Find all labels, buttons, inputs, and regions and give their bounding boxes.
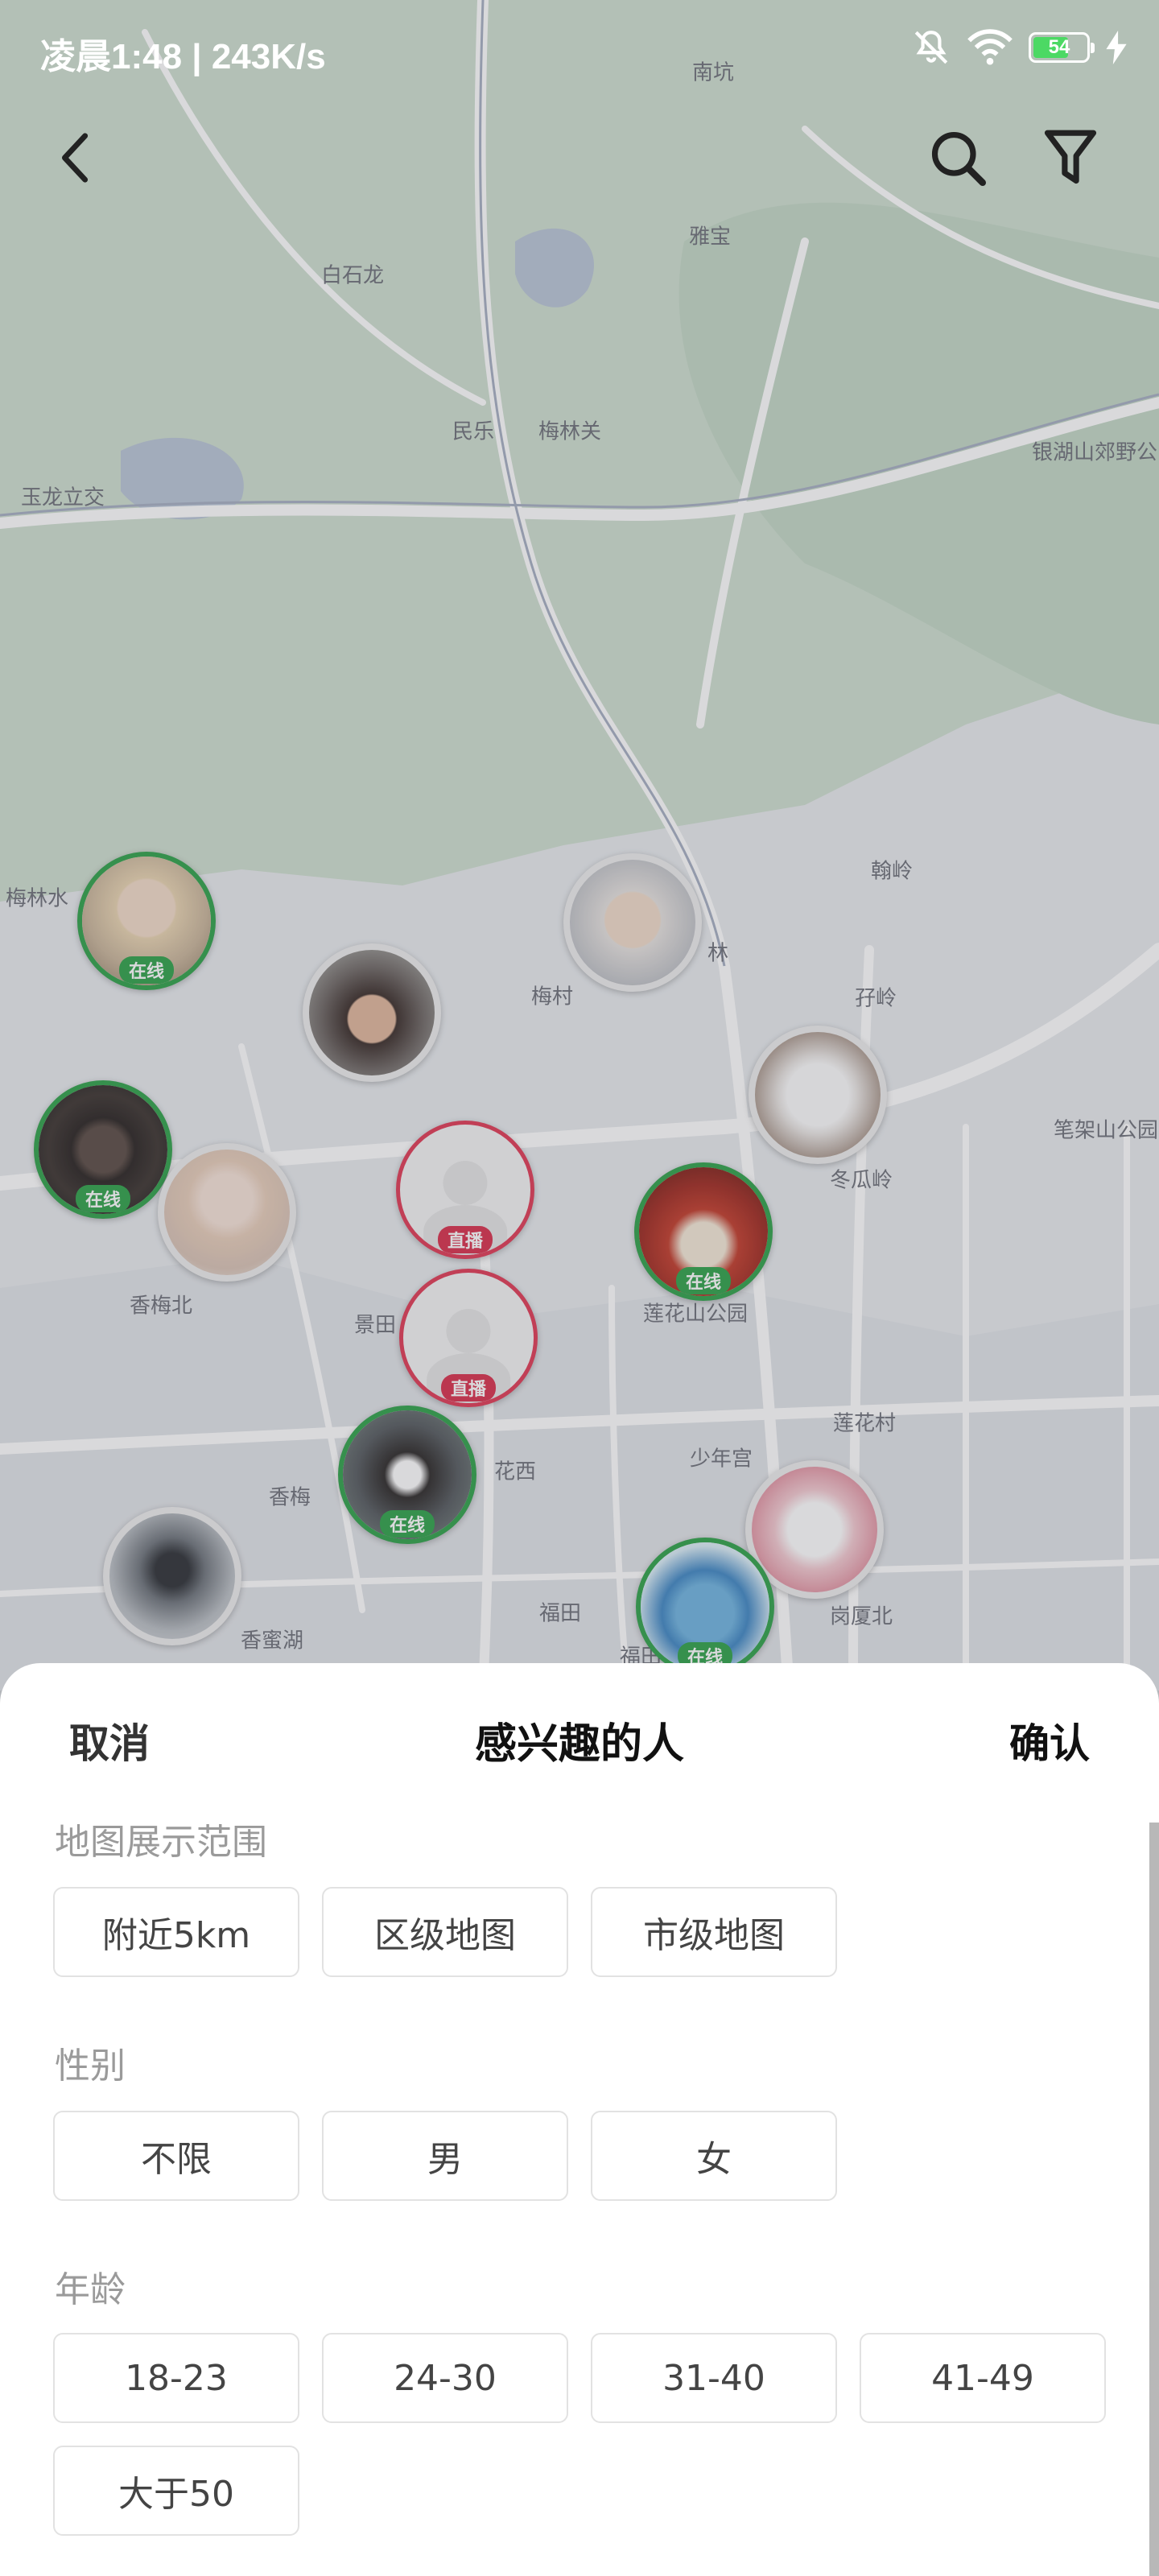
search-button[interactable] [918,118,998,198]
map-background [0,0,1159,1690]
user-marker[interactable]: 在线 [636,1538,774,1676]
user-avatar [752,1467,877,1592]
option-gender-male[interactable]: 男 [322,2111,568,2201]
map-label: 莲花山公园 [642,1302,749,1327]
map-label: 梅村 [530,985,574,1009]
map-label: 林 [707,941,729,966]
map-label: 少年宫 [689,1447,753,1472]
user-avatar [164,1150,290,1275]
option-age-over-50[interactable]: 大于50 [53,2446,299,2536]
map-view[interactable]: 南坑 雅宝 白石龙 民乐 梅林关 银湖山郊野公 玉龙立交 梅林水 翰岭 梅村 林… [0,0,1159,1690]
option-age-18-23[interactable]: 18-23 [53,2333,299,2423]
live-badge: 直播 [437,1226,493,1253]
user-marker[interactable]: 在线 [634,1162,773,1301]
option-district-map[interactable]: 区级地图 [322,1887,568,1977]
battery-icon: 54 [1029,32,1095,63]
map-label: 雅宝 [688,225,732,250]
user-avatar [309,950,435,1075]
user-marker[interactable] [303,943,441,1082]
option-age-24-30[interactable]: 24-30 [322,2333,568,2423]
search-icon [931,131,987,187]
map-label: 香梅 [268,1485,311,1510]
sheet-header: 取消 感兴趣的人 确认 [0,1663,1159,1769]
map-label: 莲花村 [832,1411,897,1436]
user-avatar [109,1513,235,1639]
map-label: 翰岭 [870,859,914,884]
gender-label: 性别 [55,2046,126,2087]
user-marker[interactable]: 在线 [34,1080,172,1219]
option-age-31-40[interactable]: 31-40 [591,2333,837,2423]
status-time: 凌晨1:48 | 243K/s [40,37,326,76]
filter-icon [1044,130,1097,184]
map-label: 民乐 [452,419,495,444]
option-age-41-49[interactable]: 41-49 [860,2333,1106,2423]
mute-bell-icon [914,31,948,64]
option-gender-female[interactable]: 女 [591,2111,837,2201]
status-bar: 凌晨1:48 | 243K/s 54 [0,0,1159,105]
default-avatar-icon [446,1309,491,1354]
status-badge: 在线 [675,1267,732,1294]
back-arrow-icon [61,133,89,183]
user-marker[interactable]: 直播 [399,1269,538,1407]
map-range-label: 地图展示范围 [55,1822,267,1863]
option-gender-any[interactable]: 不限 [53,2111,299,2201]
map-label: 玉龙立交 [20,485,105,510]
back-button[interactable] [35,118,116,198]
user-marker[interactable] [749,1026,887,1164]
user-marker[interactable]: 直播 [396,1121,534,1259]
user-avatar [755,1032,881,1158]
user-marker[interactable] [563,853,702,992]
map-label: 景田 [353,1313,397,1338]
map-label: 冬瓜岭 [829,1168,893,1193]
status-icons: 54 [911,27,1127,68]
status-badge: 在线 [118,956,175,984]
map-label: 香梅北 [129,1294,193,1319]
default-avatar-icon [443,1161,488,1206]
map-label: 梅林水 [5,886,69,911]
option-city-map[interactable]: 市级地图 [591,1887,837,1977]
sheet-title: 感兴趣的人 [474,1720,684,1769]
wifi-icon [967,29,1013,65]
live-badge: 直播 [440,1374,497,1402]
user-marker[interactable]: 在线 [338,1406,476,1544]
filter-sheet: 取消 感兴趣的人 确认 地图展示范围 附近5km 区级地图 市级地图 性别 不限… [0,1663,1159,2576]
map-label: 香蜜湖 [240,1629,304,1653]
age-label: 年龄 [55,2269,126,2310]
map-label: 梅林关 [538,419,602,444]
confirm-button[interactable]: 确认 [1009,1711,1090,1769]
map-label: 银湖山郊野公 [1031,440,1158,465]
map-label: 岗厦北 [829,1604,893,1629]
status-badge: 在线 [75,1185,131,1212]
status-badge: 在线 [379,1510,435,1538]
filter-button[interactable] [1030,118,1111,198]
user-avatar [570,860,695,985]
charging-icon [1106,31,1127,64]
map-label: 笔架山公园 [1053,1118,1159,1143]
battery-level: 54 [1048,36,1070,58]
map-label: 白石龙 [320,263,385,288]
scrollbar[interactable] [1149,1823,1159,2576]
user-marker[interactable] [158,1143,296,1282]
user-marker[interactable] [103,1507,241,1645]
map-label: 孖岭 [854,986,897,1011]
map-label: 福田 [538,1601,582,1626]
option-nearby-5km[interactable]: 附近5km [53,1887,299,1977]
map-label: 花西 [493,1459,537,1484]
user-marker[interactable]: 在线 [77,852,216,990]
